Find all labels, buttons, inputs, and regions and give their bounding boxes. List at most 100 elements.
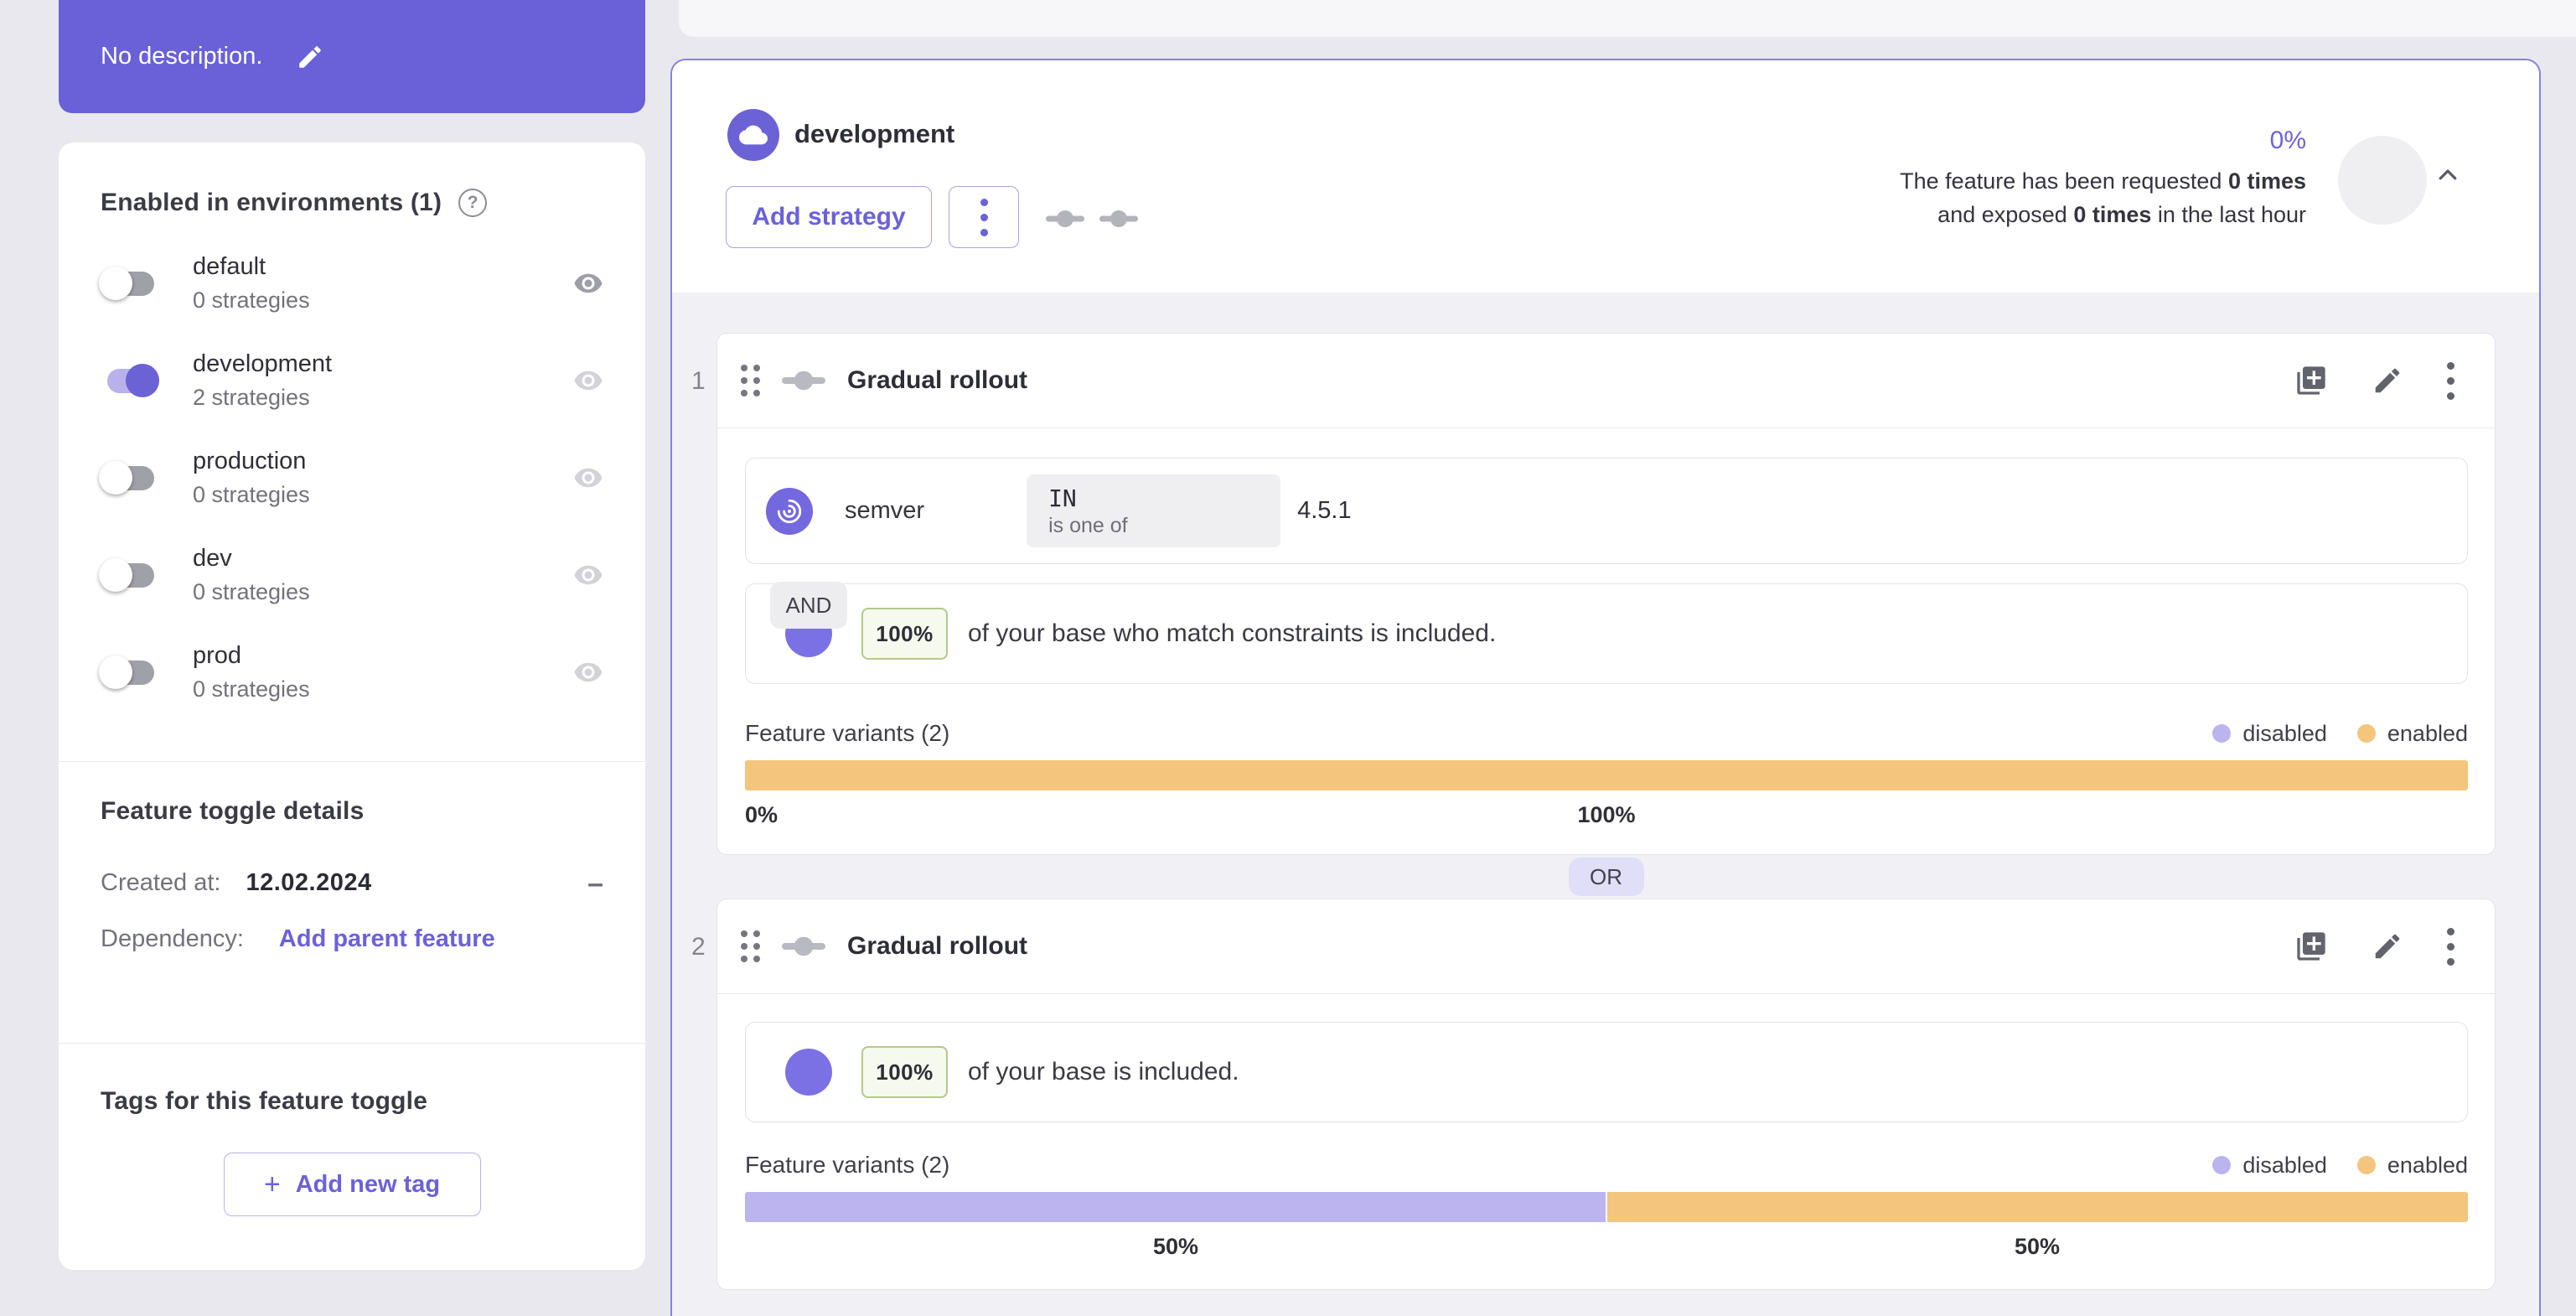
tags-title: Tags for this feature toggle [101,1087,428,1115]
metrics-line-1: The feature has been requested 0 times [1900,168,2306,194]
visibility-toggle[interactable] [573,268,603,298]
metrics-line-2: and exposed 0 times in the last hour [1937,202,2306,227]
environment-toggle[interactable] [99,558,158,592]
eye-icon [574,273,603,293]
variants-bar-labels: 0% 100% [745,802,1636,827]
copy-strategy-button[interactable] [2294,364,2328,397]
created-at-label: Created at: [101,869,221,896]
drag-handle-icon[interactable] [741,365,760,396]
cloud-icon [739,125,768,145]
collapse-environment-button[interactable] [2435,163,2460,188]
strategy-header: Gradual rollout [717,899,2495,994]
rollout-description: of your base is included. [968,1058,1239,1085]
tags-section: Tags for this feature toggle + Add new t… [59,1043,645,1216]
help-icon[interactable]: ? [458,189,488,217]
strategy-list: 1 Gradual rollout semver IN is one of 4.… [672,293,2539,1290]
strategy-title: Gradual rollout [847,932,1028,960]
feature-sidebar: Enabled in environments (1) ? default 0 s… [59,142,645,1270]
rollout-icon [1046,210,1084,227]
pencil-icon [2375,368,2400,393]
environment-accordion-card: development Add strategy 0% The feature … [670,59,2541,1316]
strategy-card-1: 1 Gradual rollout semver IN is one of 4.… [691,333,2496,855]
environment-toggle[interactable] [99,267,158,300]
created-at-value: 12.02.2024 [246,869,372,896]
strategy-separator: OR [716,855,2496,899]
add-parent-feature-link[interactable]: Add parent feature [279,925,495,953]
rollout-icon [782,934,825,959]
previous-card-edge [679,0,2576,37]
edit-strategy-button[interactable] [2372,930,2403,962]
environment-toggle[interactable] [99,461,158,495]
environments-list: default 0 strategies development 2 strateg… [99,235,603,721]
metrics-percent: 0% [2269,127,2306,154]
strategy-more-button[interactable] [2447,361,2454,400]
constraint-value: 4.5.1 [1297,497,1352,524]
environment-strategy-count: 0 strategies [193,579,310,604]
strategy-more-button[interactable] [2447,927,2454,966]
eye-icon [574,565,603,585]
environment-name: production [193,448,307,474]
and-chip: AND [770,582,847,629]
disabled-dot [2212,1156,2232,1174]
disabled-dot [2212,724,2232,743]
environments-section: Enabled in environments (1) ? default 0 s… [59,142,645,761]
environment-more-button[interactable] [949,186,1019,248]
eye-icon [574,370,603,391]
kebab-icon [2447,361,2454,400]
visibility-toggle[interactable] [573,657,603,687]
environment-toggle[interactable] [99,655,158,689]
variants-legend: disabled enabled [2212,1153,2468,1179]
edit-description-button[interactable] [296,43,324,71]
environment-row-production: production 0 strategies [99,429,603,526]
visibility-toggle[interactable] [573,365,603,396]
environment-name: dev [193,545,232,572]
collapse-details-button[interactable]: – [587,869,603,898]
metrics-summary: 0% The feature has been requested 0 time… [1900,122,2306,231]
constraint-badge [766,487,813,535]
pencil-icon [299,45,322,68]
environment-name: development [193,350,333,377]
environment-row-development: development 2 strategies [101,332,603,429]
strategy-summary-icons [1046,208,1138,230]
rollout-description: of your base who match constraints is in… [968,619,1497,647]
enabled-dot [2356,1156,2376,1174]
add-strategy-button[interactable]: Add strategy [726,186,932,248]
copy-strategy-button[interactable] [2294,930,2328,963]
feature-description-text: No description. [101,43,263,70]
eye-icon [574,468,603,488]
visibility-toggle[interactable] [573,463,603,493]
copy-plus-icon [2297,932,2325,961]
rollout-icon [1099,210,1138,227]
copy-plus-icon [2297,366,2325,395]
environment-strategy-count: 0 strategies [193,482,310,507]
strategy-number: 2 [691,933,706,961]
add-new-tag-button[interactable]: + Add new tag [223,1153,481,1216]
feature-details-section: Feature toggle details Created at: 12.02… [59,761,645,1043]
rollout-row: 100% of your base is included. [745,1022,2468,1122]
edit-strategy-button[interactable] [2372,365,2403,396]
constraint-context-name: semver [845,497,925,524]
constraint-operator: IN is one of [1027,474,1281,547]
rollout-icon [782,368,825,393]
environment-name: default [193,253,266,280]
strategy-title: Gradual rollout [847,366,1028,394]
visibility-toggle[interactable] [573,560,603,590]
drag-handle-icon[interactable] [741,930,760,962]
environment-strategy-count: 0 strategies [193,288,310,313]
environment-name: prod [193,642,242,669]
dependency-label: Dependency: [101,925,244,952]
or-chip: OR [1568,857,1644,896]
rollout-pie [785,1049,832,1096]
metrics-donut-chart [2338,136,2427,225]
environment-strategy-count: 2 strategies [193,385,310,410]
feature-variants-label: Feature variants (2) [745,720,950,746]
legend-enabled-label: enabled [2387,720,2468,746]
environments-title: Enabled in environments (1) [101,189,442,216]
environment-toggle[interactable] [101,364,159,397]
legend-enabled-label: enabled [2387,1152,2468,1178]
rollout-row: 100% of your base who match constraints … [745,583,2468,684]
chevron-up-icon [2439,169,2457,180]
plus-icon: + [263,1168,281,1200]
variants-bar [745,1192,2468,1222]
environment-header: development Add strategy 0% The feature … [672,60,2539,293]
